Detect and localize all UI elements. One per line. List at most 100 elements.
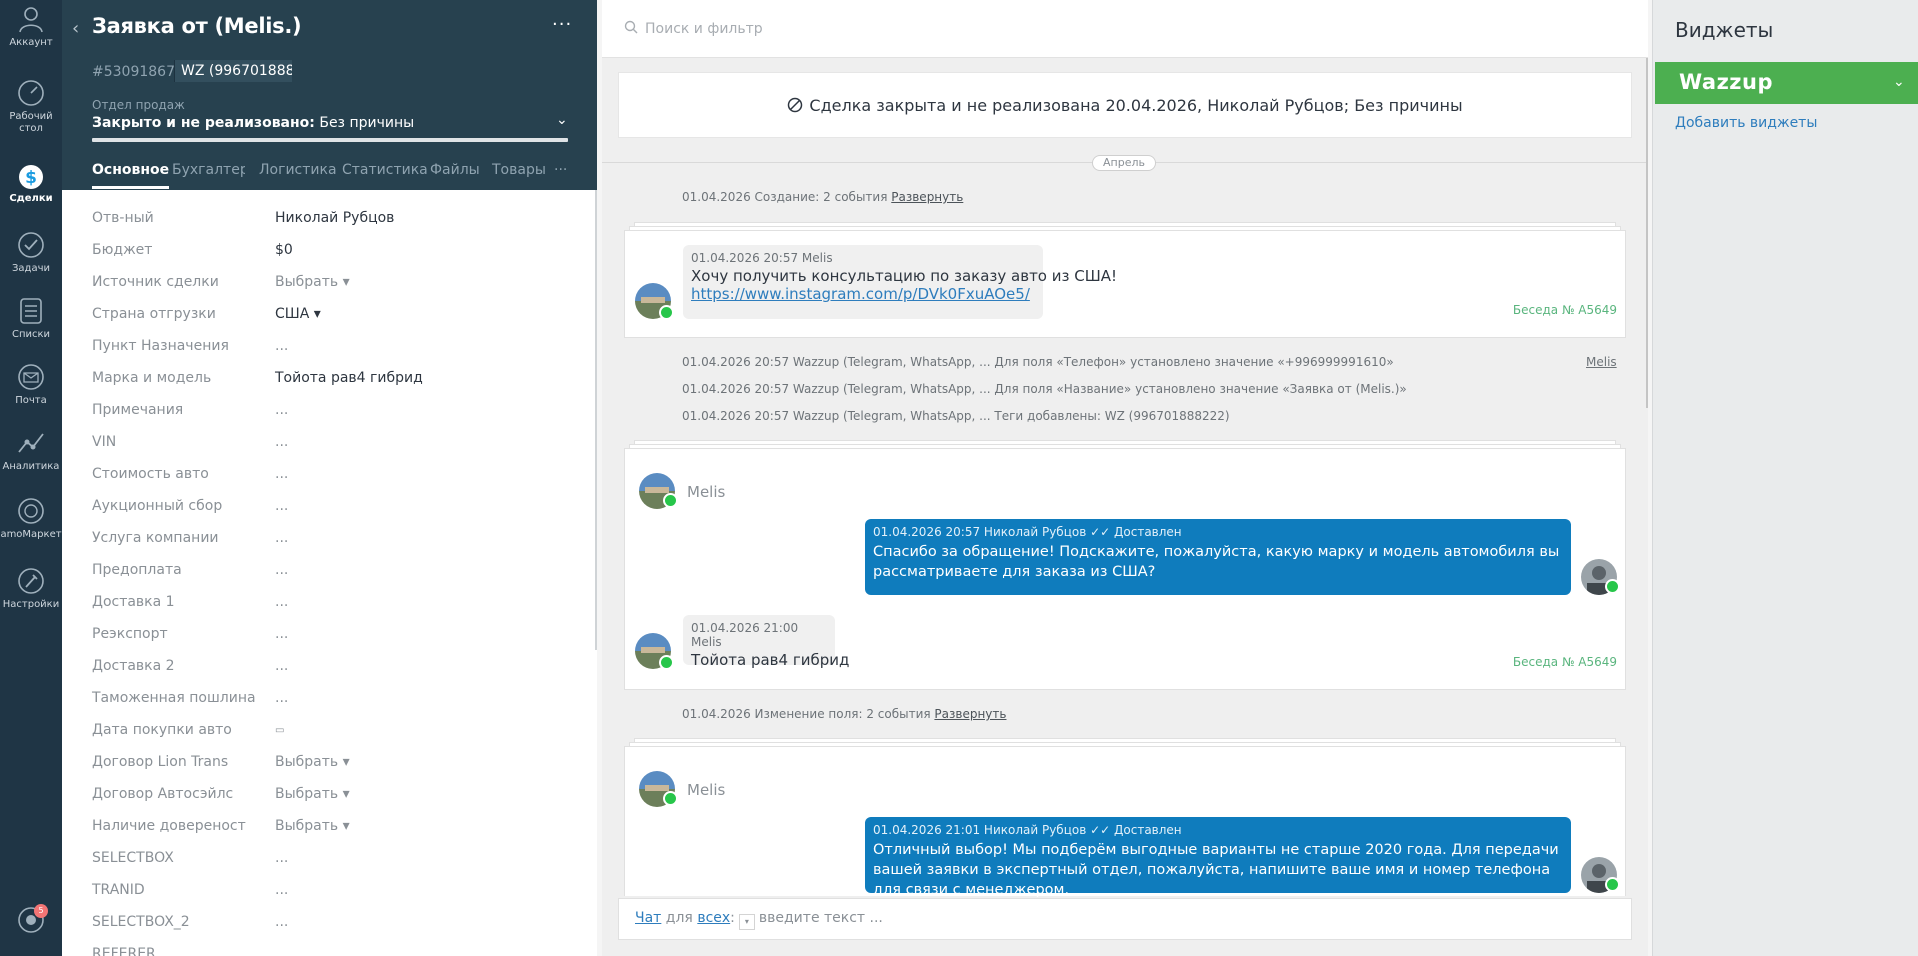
field-value[interactable]: ... [275,914,288,930]
message-text: Отличный выбор! Мы подберём выгодные вар… [873,842,1559,898]
field-contract-lion-trans: Договор Lion Trans Выбрать ▾ [92,750,572,774]
field-value[interactable]: ... [275,434,288,450]
field-select[interactable]: Выбрать ▾ [275,786,350,802]
field-value[interactable]: ... [275,658,288,674]
field-value[interactable]: ... [275,530,288,546]
settings-icon [18,568,44,594]
chat-type-link[interactable]: Чат [635,910,661,926]
field-select[interactable]: Выбрать ▾ [275,818,350,834]
message-link[interactable]: https://www.instagram.com/p/DVk0FxuAOe5/ [691,285,1035,303]
field-value[interactable]: Николай Рубцов [275,210,394,226]
nav-notifications[interactable]: 5 [0,904,62,944]
field-select[interactable]: США ▾ [275,306,321,322]
card-scrollbar[interactable] [595,190,597,650]
tasks-icon [18,232,44,258]
nav-settings[interactable]: Настройки [0,566,62,611]
field-label: Наличие довереност [92,818,246,834]
field-label: Марка и модель [92,370,212,386]
back-arrow-icon[interactable]: ‹ [72,18,79,39]
field-value[interactable]: ... [275,402,288,418]
tab-products[interactable]: Товары [492,162,546,178]
chat-card: Melis 01.04.2026 20:57 Николай Рубцов ✓✓… [624,448,1626,690]
field-select[interactable]: Выбрать ▾ [275,754,350,770]
tab-statistics[interactable]: Статистика [342,162,428,178]
field-delivery-2: Доставка 2... [92,654,572,678]
field-reexport: Реэкспорт... [92,622,572,646]
chat-card: Melis 01.04.2026 21:01 Николай Рубцов ✓✓… [624,746,1626,898]
add-widgets-link[interactable]: Добавить виджеты [1675,115,1817,131]
chevron-down-icon[interactable]: ⌄ [1893,74,1905,90]
analytics-icon [18,433,44,453]
tabs-more-icon[interactable]: ··· [554,162,567,178]
more-menu-icon[interactable]: ··· [552,14,572,35]
nav-mail[interactable]: Почта [0,362,62,407]
market-icon [18,498,44,524]
nav-lists[interactable]: Списки [0,296,62,341]
nav-tasks[interactable]: Задачи [0,230,62,275]
deal-id: #53091867 [92,64,175,80]
field-budget: Бюджет $0 [92,238,572,262]
nav-market[interactable]: amoМаркет [0,496,62,541]
recipient-dropdown-icon[interactable]: ▾ [738,914,755,930]
search-input[interactable]: Поиск и фильтр [645,21,763,37]
expand-link[interactable]: Развернуть [891,190,963,204]
chevron-down-icon[interactable]: ⌄ [556,112,568,128]
field-value[interactable]: ... [275,690,288,706]
nav-account[interactable]: Аккаунт [0,4,62,49]
field-value[interactable]: ... [275,850,288,866]
message-meta: 01.04.2026 20:57 Melis [691,251,833,265]
field-customs-duty: Таможенная пошлина... [92,686,572,710]
field-country: Страна отгрузки США ▾ [92,302,572,326]
nav-analytics[interactable]: Аналитика [0,428,62,473]
system-event: 01.04.2026 20:57 Wazzup (Telegram, Whats… [682,409,1230,423]
field-company-service: Услуга компании... [92,526,572,550]
outgoing-message: 01.04.2026 20:57 Николай Рубцов ✓✓ Доста… [865,519,1571,595]
deal-title[interactable]: Заявка от (Melis.) [92,14,302,38]
field-label: Таможенная пошлина [92,690,256,706]
tab-files[interactable]: Файлы [430,162,480,178]
conversation-id[interactable]: Беседа № A5649 [1513,303,1617,317]
closed-banner-text: Сделка закрыта и не реализована 20.04.20… [809,96,1463,115]
status-bold: Закрыто и не реализовано: [92,115,315,131]
deal-card: ‹ Заявка от (Melis.) ··· #53091867 WZ (9… [62,0,597,956]
tab-main[interactable]: Основное [92,162,170,189]
feed-scrollbar[interactable] [1646,58,1648,408]
deal-tag[interactable]: WZ (996701888222) [174,60,292,82]
pipeline-status[interactable]: Закрыто и не реализовано: Без причины [92,115,414,131]
field-select[interactable]: Выбрать ▾ [275,274,350,290]
calendar-icon[interactable]: ▭ [275,725,284,736]
field-value[interactable]: ... [275,466,288,482]
message-card: 01.04.2026 20:57 Melis Хочу получить кон… [624,230,1626,338]
message-text: Тойота рав4 гибрид [691,651,850,669]
field-power-of-attorney: Наличие довереност Выбрать ▾ [92,814,572,838]
conversation-id[interactable]: Беседа № A5649 [1513,655,1617,669]
nav-dashboard[interactable]: Рабочий стол [0,78,62,135]
nav-deals[interactable]: $ Сделки [0,160,62,205]
tab-accounting[interactable]: Бухгалтерия [172,162,245,178]
field-value[interactable]: ... [275,338,288,354]
message-input[interactable]: введите текст ... [759,910,883,926]
search-bar[interactable]: Поиск и фильтр [602,0,1648,58]
field-value[interactable]: ... [275,626,288,642]
field-value[interactable]: ... [275,882,288,898]
field-label: Отв-ный [92,210,154,226]
field-value[interactable]: ... [275,498,288,514]
field-value[interactable]: Тойота рав4 гибрид [275,370,423,386]
field-value[interactable]: ... [275,594,288,610]
nav-market-label: amoМаркет [0,529,62,540]
recipient-link[interactable]: всех [697,910,730,926]
tab-logistics[interactable]: Логистика [259,162,337,178]
field-value[interactable]: $0 [275,242,293,258]
chat-input-bar[interactable]: Чат для всех: ▾ введите текст ... [618,898,1632,940]
field-referer: REFERER [92,942,572,956]
wazzup-widget[interactable]: Wazzup ⌄ [1655,62,1918,104]
field-tranid: TRANID... [92,878,572,902]
expand-link[interactable]: Развернуть [934,707,1006,721]
whatsapp-icon [663,493,678,508]
author-link[interactable]: Melis [1586,355,1617,369]
month-label: Апрель [1092,155,1156,171]
field-label: SELECTBOX_2 [92,914,190,930]
status-reason: Без причины [319,115,415,131]
field-value[interactable]: ... [275,562,288,578]
field-destination: Пункт Назначения... [92,334,572,358]
